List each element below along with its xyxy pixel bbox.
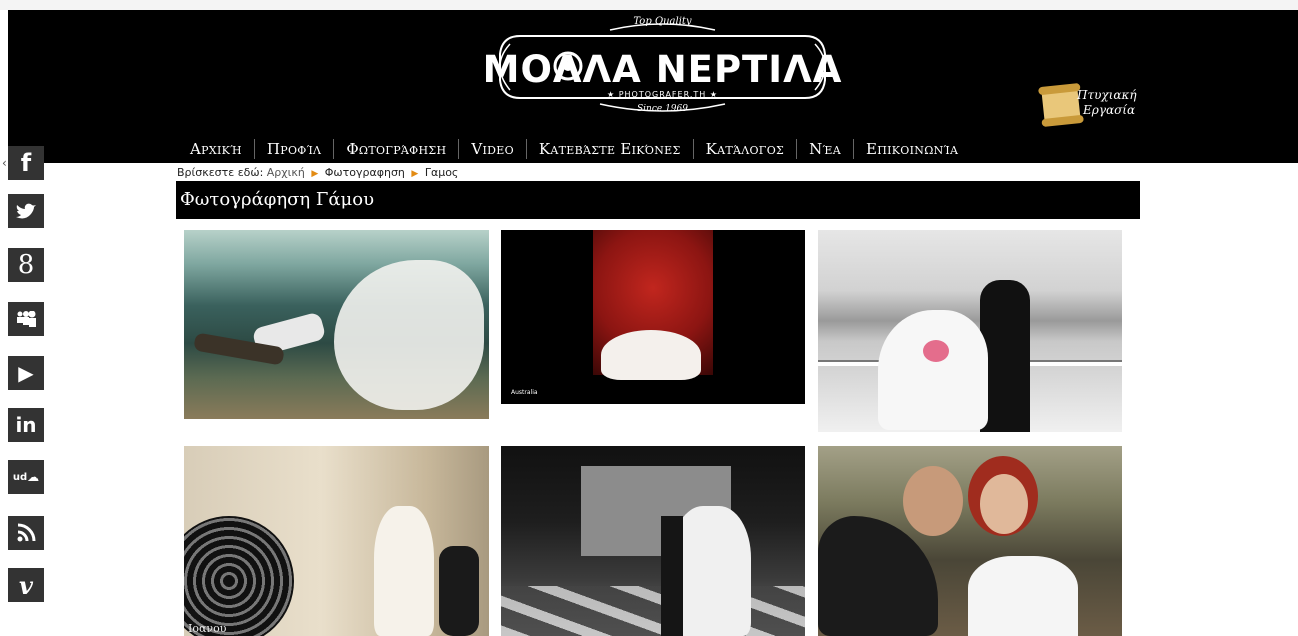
- gallery-photo-tree-kiss[interactable]: [818, 446, 1122, 636]
- rss-feed-icon: [17, 523, 36, 542]
- social-toggle-icon[interactable]: ‹: [2, 156, 7, 170]
- facebook-glyph: f: [20, 149, 32, 177]
- photo-groom-shape: [661, 516, 683, 636]
- soundcloud-icon[interactable]: ud ☁: [8, 460, 44, 494]
- nav-profile[interactable]: Προφίλ: [255, 137, 333, 161]
- photo-bouquet-shape: [923, 340, 949, 362]
- logo-name: ΜΟΛΛΑ ΝΕΡΤΙΛΑ: [482, 48, 843, 91]
- logo-subtitle: ★ PHOTOGRAFER.TH ★: [606, 90, 719, 99]
- breadcrumb: Βρίσκεστε εδώ: Αρχική ▶ Φωτογραφηση ▶ Γα…: [177, 166, 458, 179]
- linkedin-icon[interactable]: in: [8, 408, 44, 442]
- facebook-icon[interactable]: f: [8, 146, 44, 180]
- breadcrumb-home-link[interactable]: Αρχική: [267, 166, 305, 179]
- photo-dress-shape: [334, 260, 484, 410]
- thesis-line2: Εργασία: [1083, 103, 1136, 117]
- soundcloud-glyph: ud: [12, 471, 28, 483]
- photo-bride-shape: [878, 310, 988, 430]
- nav-home[interactable]: Αρχική: [178, 137, 254, 161]
- google-glyph: 8: [17, 250, 35, 280]
- photo-dress-shape: [968, 556, 1078, 636]
- play-glyph: ▶: [18, 361, 34, 385]
- top-gap: [0, 0, 1298, 10]
- myspace-icon[interactable]: [8, 302, 44, 336]
- logo-since: Since 1969: [637, 104, 688, 114]
- page-title: Φωτογράφηση Γάμου: [180, 189, 375, 210]
- breadcrumb-arrow-icon: ▶: [411, 169, 419, 179]
- photo-caption: Australia: [511, 389, 538, 396]
- breadcrumb-section-link[interactable]: Φωτογραφηση: [325, 166, 405, 179]
- photo-bride-face-shape: [980, 474, 1028, 534]
- photo-groom-face-shape: [903, 466, 963, 536]
- breadcrumb-arrow-icon: ▶: [311, 169, 319, 179]
- gallery-photo-sculpture[interactable]: Ιοανου: [184, 446, 489, 636]
- google-plus-icon[interactable]: 8: [8, 248, 44, 282]
- photo-sphere-shape: [184, 516, 294, 636]
- nav-video[interactable]: Video: [459, 137, 526, 161]
- twitter-bird-icon: [16, 203, 36, 219]
- photo-bride-shape: [671, 506, 751, 636]
- gallery-photo-city-night[interactable]: [501, 446, 805, 636]
- rss-icon[interactable]: [8, 516, 44, 550]
- photo-crosswalk-shape: [501, 586, 805, 636]
- gallery-photo-red-ivy[interactable]: Australia: [501, 230, 805, 404]
- thesis-line1: Πτυχιακή: [1077, 88, 1137, 102]
- nav-photography[interactable]: Φωτογράφηση: [334, 137, 458, 161]
- gallery-photo-underwater[interactable]: [184, 230, 489, 419]
- breadcrumb-prefix: Βρίσκεστε εδώ:: [177, 166, 264, 179]
- thesis-label: Πτυχιακή Εργασία: [1077, 88, 1137, 118]
- linkedin-glyph: in: [15, 413, 37, 437]
- photo-dress-shape: [601, 330, 701, 380]
- nav-news[interactable]: Νέα: [797, 137, 853, 161]
- photo-caption: Ιοανου: [188, 622, 227, 635]
- photo-photographer-shape: [439, 546, 479, 636]
- breadcrumb-current: Γαμος: [424, 166, 459, 179]
- twitter-icon[interactable]: [8, 194, 44, 228]
- nav-downloads[interactable]: Κατεβάστε Εικόνες: [527, 137, 693, 161]
- page-title-bar: Φωτογράφηση Γάμου: [176, 181, 1140, 219]
- nav-catalog[interactable]: Κατάλογος: [694, 137, 797, 161]
- site-logo[interactable]: Top Quality ΜΟΛΛΑ ΝΕΡΤΙΛΑ ★ PHOTOGRAFER.…: [480, 14, 845, 118]
- vimeo-icon[interactable]: v: [8, 568, 44, 602]
- photo-bride-shape: [374, 506, 434, 636]
- youtube-icon[interactable]: ▶: [8, 356, 44, 390]
- photo-groom-shape: [818, 516, 938, 636]
- gallery-photo-lakeside[interactable]: [818, 230, 1122, 432]
- logo-tagline: Top Quality: [633, 16, 692, 27]
- myspace-people-icon: [17, 311, 36, 327]
- vimeo-glyph: v: [19, 570, 33, 600]
- nav-contact[interactable]: Επικοινωνία: [854, 137, 970, 161]
- diploma-scroll-icon: [1041, 86, 1081, 124]
- thesis-badge[interactable]: Πτυχιακή Εργασία: [1041, 82, 1143, 130]
- main-nav: Αρχική Προφίλ Φωτογράφηση Video Κατεβάστ…: [178, 134, 970, 164]
